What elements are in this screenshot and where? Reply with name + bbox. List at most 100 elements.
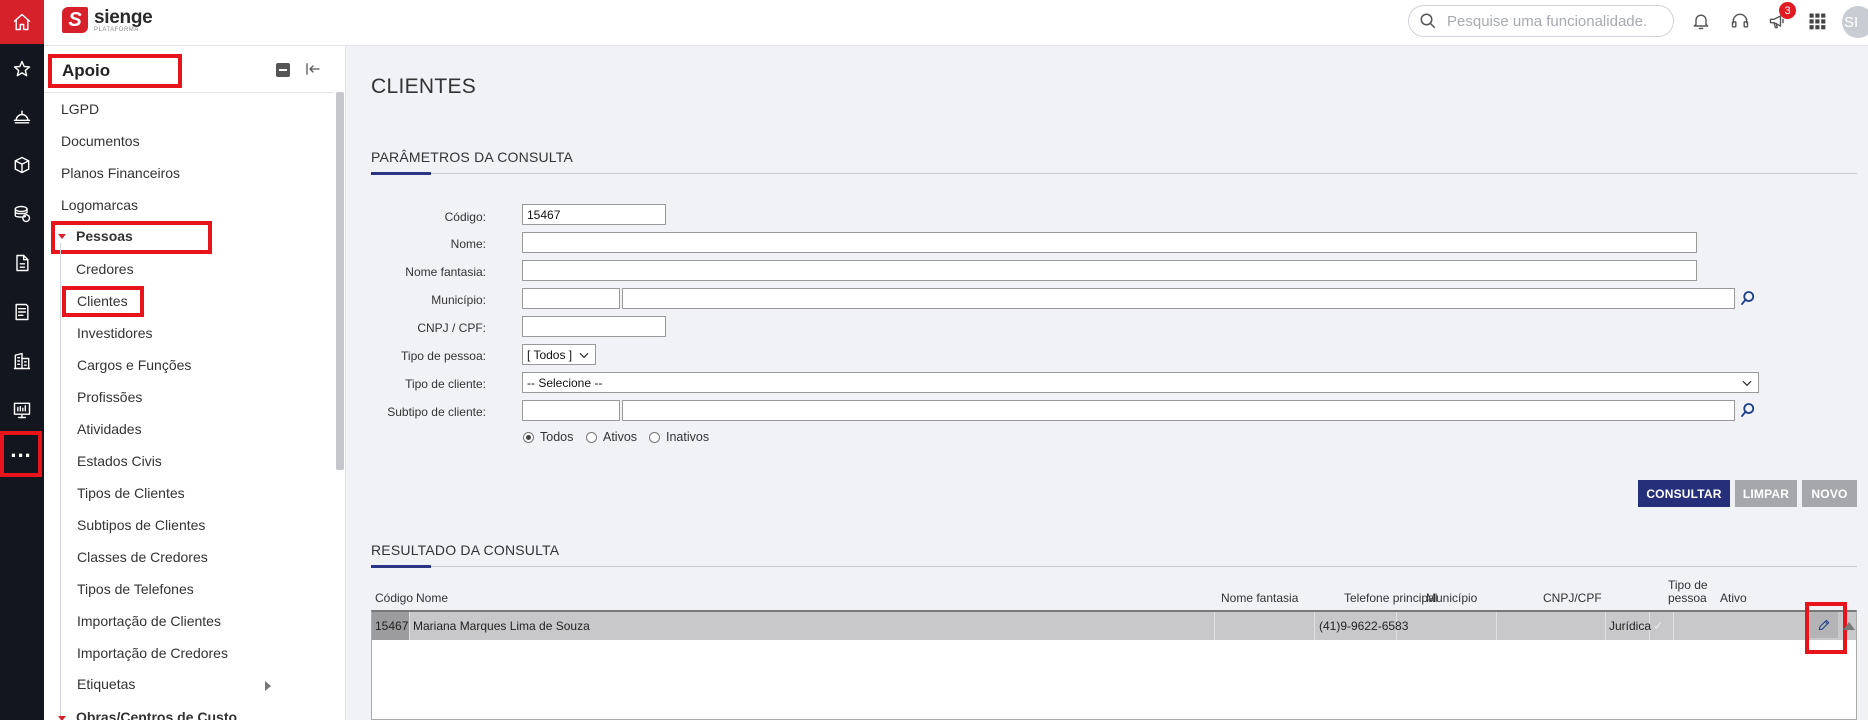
chevron-down-icon (58, 234, 66, 239)
radio-todos[interactable]: Todos (523, 430, 573, 444)
side-menu-title: Apoio (48, 54, 182, 88)
search-box[interactable] (1408, 5, 1674, 37)
results-table-header: Código Nome Nome fantasia Telefone princ… (371, 579, 1857, 606)
page-title: CLIENTES (371, 75, 477, 98)
submenu-guide (60, 243, 61, 720)
main-content: CLIENTES PARÂMETROS DA CONSULTA Código: … (346, 46, 1868, 720)
bell-icon[interactable] (1690, 10, 1712, 32)
subtipo-code-field[interactable] (522, 400, 620, 421)
col-telefone[interactable]: Telefone principal (1344, 591, 1437, 605)
sidebar-item-estados-civis[interactable]: Estados Civis (77, 453, 162, 469)
cnpj-field[interactable] (522, 316, 666, 337)
search-icon (1420, 13, 1436, 29)
document-icon[interactable] (0, 243, 44, 283)
sidebar-item-atividades[interactable]: Atividades (77, 421, 142, 437)
novo-button[interactable]: NOVO (1802, 480, 1857, 507)
avatar[interactable]: SI (1842, 6, 1868, 38)
cell-cnpj (1497, 612, 1606, 640)
home-icon[interactable] (0, 0, 44, 44)
col-municipio[interactable]: Município (1426, 591, 1477, 605)
helmet-icon[interactable] (0, 97, 44, 137)
sienge-logo[interactable]: S sienge PLATAFORMA (62, 7, 153, 33)
sidebar-item-lgpd[interactable]: LGPD (61, 101, 99, 117)
collapse-all-icon[interactable] (276, 63, 290, 77)
building-icon[interactable] (0, 341, 44, 381)
municipio-label: Município: (431, 293, 486, 307)
hide-menu-icon[interactable] (304, 60, 324, 80)
divider (371, 173, 1857, 174)
cell-nome-fantasia (1215, 612, 1315, 640)
cell-nome: Mariana Marques Lima de Souza (410, 612, 1215, 640)
col-tipo-pessoa[interactable]: Tipo de pessoa (1668, 579, 1714, 605)
sidebar-item-tipos-telefones[interactable]: Tipos de Telefones (77, 581, 194, 597)
star-icon[interactable] (0, 49, 44, 89)
sidebar-item-logomarcas[interactable]: Logomarcas (61, 197, 138, 213)
sidebar-item-documentos[interactable]: Documentos (61, 133, 140, 149)
sidebar-item-etiquetas[interactable]: Etiquetas (77, 676, 135, 692)
coins-icon[interactable] (0, 194, 44, 234)
table-row[interactable]: 15467 Mariana Marques Lima de Souza (41)… (372, 612, 1856, 640)
section-accent (371, 172, 431, 175)
col-cnpj[interactable]: CNPJ/CPF (1543, 591, 1602, 605)
side-menu: Apoio LGPD Documentos Planos Financeiros… (44, 46, 346, 720)
radio-inativos[interactable]: Inativos (649, 430, 709, 444)
codigo-field[interactable] (522, 204, 666, 225)
results-table: 15467 Mariana Marques Lima de Souza (41)… (371, 610, 1857, 720)
search-input[interactable] (1445, 11, 1664, 31)
monitor-icon[interactable] (0, 390, 44, 430)
municipio-name-field[interactable] (622, 288, 1735, 309)
sienge-logo-mark: S (62, 7, 88, 33)
tipo-cliente-value: -- Selecione -- (527, 375, 603, 390)
subtipo-name-field[interactable] (622, 400, 1735, 421)
nome-fantasia-label: Nome fantasia: (405, 265, 486, 279)
headset-icon[interactable] (1729, 10, 1751, 32)
section-accent (371, 565, 431, 568)
consultar-button[interactable]: CONSULTAR (1638, 480, 1730, 507)
table-scroll-up-icon[interactable] (1843, 622, 1855, 630)
sidebar-item-classes-credores[interactable]: Classes de Credores (77, 549, 208, 565)
nome-field[interactable] (522, 232, 1697, 253)
radio-todos-label: Todos (540, 430, 574, 444)
sidebar-group-pessoas[interactable]: Pessoas (76, 228, 133, 244)
radio-dot (586, 431, 597, 443)
megaphone-icon[interactable]: 3 (1767, 2, 1796, 32)
divider (44, 92, 334, 93)
edit-button[interactable] (1810, 612, 1838, 638)
pencil-icon (1818, 619, 1830, 631)
sidebar-item-subtipos-clientes[interactable]: Subtipos de Clientes (77, 517, 205, 533)
radio-ativos[interactable]: Ativos (586, 430, 637, 444)
sidebar-item-planos-financeiros[interactable]: Planos Financeiros (61, 165, 180, 181)
sidebar-item-clientes[interactable]: Clientes (77, 293, 128, 309)
col-codigo[interactable]: Código (375, 591, 413, 605)
sidebar-item-credores[interactable]: Credores (76, 261, 134, 277)
apps-grid-icon[interactable] (1806, 10, 1828, 32)
municipio-search-icon[interactable] (1739, 289, 1757, 307)
subtipo-cliente-label: Subtipo de cliente: (387, 405, 486, 419)
limpar-button[interactable]: LIMPAR (1735, 480, 1797, 507)
sidebar-item-investidores[interactable]: Investidores (77, 325, 152, 341)
side-menu-scrollbar[interactable] (336, 92, 344, 470)
subtipo-search-icon[interactable] (1739, 401, 1757, 419)
municipio-code-field[interactable] (522, 288, 620, 309)
tipo-pessoa-select[interactable]: [ Todos ] (522, 344, 596, 365)
col-nome[interactable]: Nome (416, 591, 448, 605)
more-icon[interactable]: ... (0, 431, 42, 477)
col-nome-fantasia[interactable]: Nome fantasia (1221, 591, 1298, 605)
radio-inativos-label: Inativos (666, 430, 710, 444)
sidebar-item-cargos[interactable]: Cargos e Funções (77, 357, 191, 373)
chevron-down-icon (58, 716, 66, 720)
chevron-right-icon (265, 681, 271, 691)
tipo-cliente-select[interactable]: -- Selecione -- (522, 372, 1759, 393)
col-ativo[interactable]: Ativo (1720, 591, 1747, 605)
box-icon[interactable] (0, 145, 44, 185)
sidebar-item-profissoes[interactable]: Profissões (77, 389, 142, 405)
cell-ativo: ✓ (1650, 612, 1674, 640)
report-icon[interactable] (0, 292, 44, 332)
sidebar-group-obras[interactable]: Obras/Centros de Custo (76, 709, 237, 720)
nome-fantasia-field[interactable] (522, 260, 1697, 281)
sidebar-item-tipos-clientes[interactable]: Tipos de Clientes (77, 485, 185, 501)
sidebar-item-importacao-credores[interactable]: Importação de Credores (77, 645, 228, 661)
sidebar-item-importacao-clientes[interactable]: Importação de Clientes (77, 613, 221, 629)
divider (371, 566, 1857, 567)
notification-badge: 3 (1779, 2, 1796, 19)
